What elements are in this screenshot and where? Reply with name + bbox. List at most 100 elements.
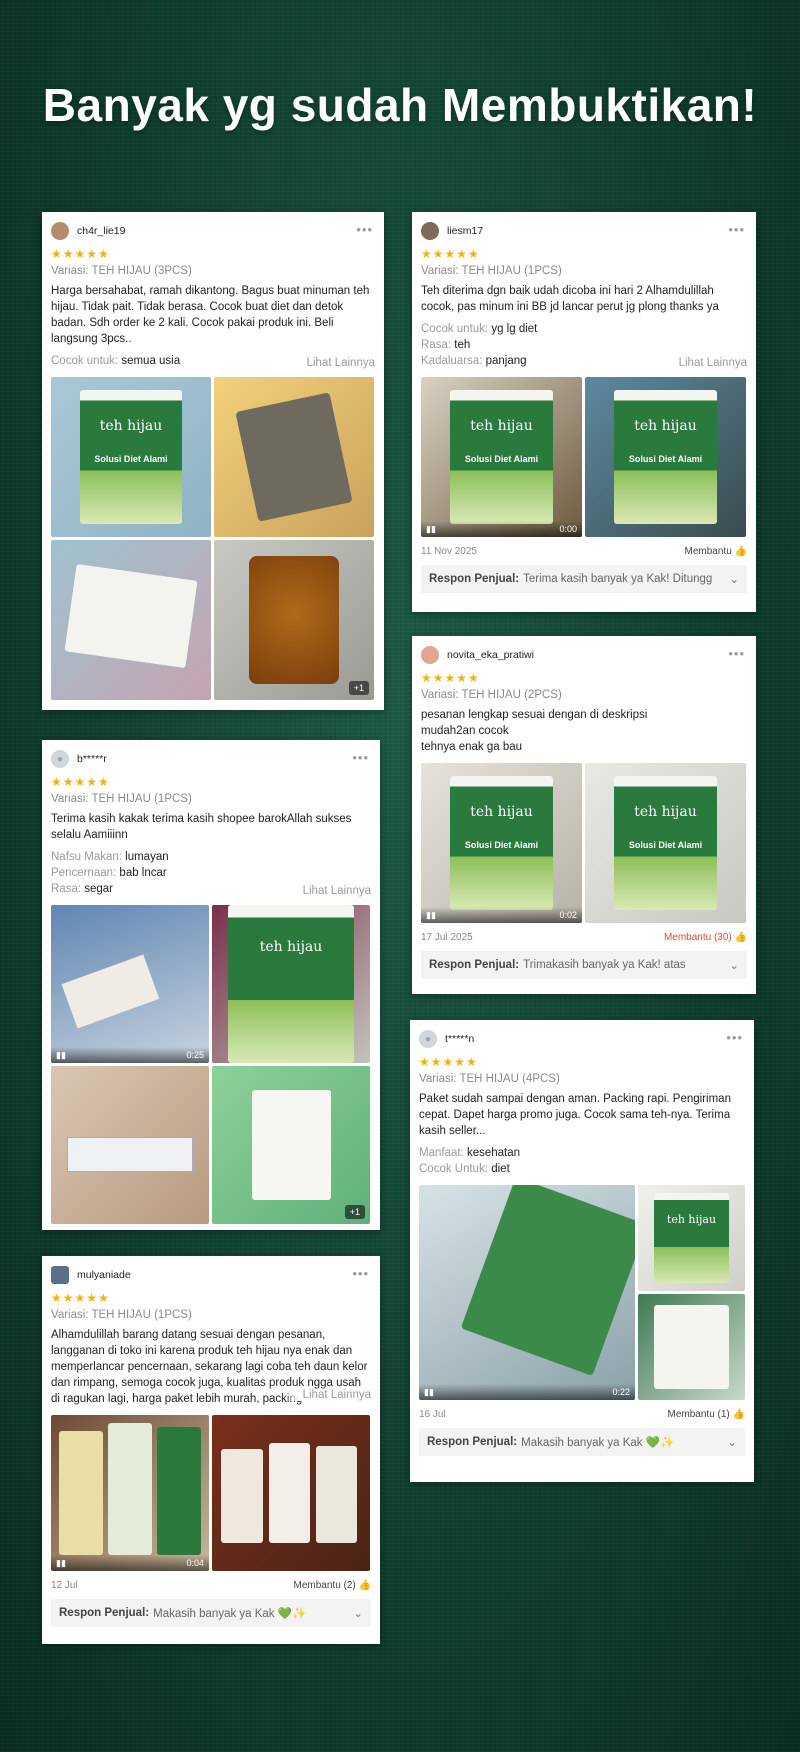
star-rating: ★★★★★ (51, 247, 110, 261)
avatar[interactable]: ● (419, 1030, 437, 1048)
variation: Variasi: TEH HIJAU (1PCS) (51, 793, 192, 805)
avatar[interactable] (421, 222, 439, 240)
chevron-down-icon[interactable]: ⌄ (353, 1606, 363, 1620)
review-video[interactable]: ▮▮ 0:22 (419, 1185, 635, 1400)
review-card: ● t*****n ••• ★★★★★ Variasi: TEH HIJAU (… (410, 1020, 754, 1482)
volume-icon: ▮▮ (56, 1049, 66, 1060)
attribute: Nafsu Makan: lumayan (51, 851, 169, 863)
username[interactable]: t*****n (445, 1033, 474, 1045)
review-date: 12 Jul (51, 1580, 78, 1591)
seller-response[interactable]: Respon Penjual: Terima kasih banyak ya K… (421, 565, 747, 593)
star-rating: ★★★★★ (51, 775, 110, 789)
review-date: 16 Jul (419, 1409, 446, 1420)
attribute: Manfaat: kesehatan (419, 1147, 521, 1159)
chevron-down-icon[interactable]: ⌄ (729, 572, 739, 586)
more-options-icon[interactable]: ••• (726, 1030, 743, 1045)
review-text: Terima kasih kakak terima kasih shopee b… (51, 813, 352, 841)
review-date: 17 Jul 2025 (421, 932, 473, 943)
attribute: Rasa: teh (421, 339, 471, 351)
attribute: Rasa: segar (51, 883, 114, 895)
username[interactable]: novita_eka_pratiwi (447, 649, 534, 661)
avatar[interactable] (51, 222, 69, 240)
volume-icon: ▮▮ (426, 523, 436, 534)
variation: Variasi: TEH HIJAU (2PCS) (421, 689, 562, 701)
review-video[interactable]: ▮▮ 0:25 (51, 905, 209, 1063)
volume-icon: ▮▮ (56, 1557, 66, 1568)
video-duration: 0:22 (612, 1387, 630, 1397)
helpful-button[interactable]: Membantu (1) 👍 (668, 1409, 745, 1420)
more-photos-badge[interactable]: +1 (344, 1205, 365, 1219)
volume-icon: ▮▮ (426, 909, 436, 920)
volume-icon: ▮▮ (424, 1386, 434, 1397)
attribute: Cocok untuk: semua usia (51, 355, 181, 367)
chevron-down-icon[interactable]: ⌄ (729, 958, 739, 972)
seller-response[interactable]: Respon Penjual: Trimakasih banyak ya Kak… (421, 951, 747, 979)
helpful-button[interactable]: Membantu (30) 👍 (664, 932, 747, 943)
username[interactable]: b*****r (77, 753, 107, 765)
attribute: Cocok Untuk: diet (419, 1163, 510, 1175)
review-photo[interactable] (638, 1294, 745, 1400)
review-photo[interactable]: teh hijau Solusi Diet Alami (585, 377, 746, 537)
review-card: novita_eka_pratiwi ••• ★★★★★ Variasi: TE… (412, 636, 756, 994)
review-photo[interactable] (212, 1415, 370, 1571)
seller-response[interactable]: Respon Penjual: Makasih banyak ya Kak 💚✨… (51, 1599, 371, 1627)
review-video[interactable]: teh hijau Solusi Diet Alami ▮▮ 0:00 (421, 377, 582, 537)
variation: Variasi: TEH HIJAU (3PCS) (51, 265, 192, 277)
more-options-icon[interactable]: ••• (352, 750, 369, 765)
variation: Variasi: TEH HIJAU (1PCS) (51, 1309, 192, 1321)
avatar[interactable]: ● (51, 750, 69, 768)
review-text: Teh diterima dgn baik udah dicoba ini ha… (421, 285, 719, 313)
review-card: ch4r_lie19 ••• ★★★★★ Variasi: TEH HIJAU … (42, 212, 384, 710)
username[interactable]: liesm17 (447, 225, 483, 237)
avatar[interactable] (421, 646, 439, 664)
review-text: Paket sudah sampai dengan aman. Packing … (419, 1093, 731, 1137)
review-card: ● b*****r ••• ★★★★★ Variasi: TEH HIJAU (… (42, 740, 380, 1230)
attribute: Kadaluarsa: panjang (421, 355, 527, 367)
more-options-icon[interactable]: ••• (728, 222, 745, 237)
variation: Variasi: TEH HIJAU (4PCS) (419, 1073, 560, 1085)
username[interactable]: ch4r_lie19 (77, 225, 125, 237)
see-more-link[interactable]: Lihat Lainnya (303, 885, 371, 897)
variation: Variasi: TEH HIJAU (1PCS) (421, 265, 562, 277)
attribute: Pencernaan: bab lncar (51, 867, 167, 879)
chevron-down-icon[interactable]: ⌄ (727, 1435, 737, 1449)
star-rating: ★★★★★ (421, 247, 480, 261)
review-card: liesm17 ••• ★★★★★ Variasi: TEH HIJAU (1P… (412, 212, 756, 612)
star-rating: ★★★★★ (421, 671, 480, 685)
video-duration: 0:25 (186, 1050, 204, 1060)
review-video[interactable]: teh hijau Solusi Diet Alami ▮▮ 0:02 (421, 763, 582, 923)
review-photo[interactable]: teh hijau Solusi Diet Alami (585, 763, 746, 923)
review-photo[interactable] (51, 1066, 209, 1224)
headline: Banyak yg sudah Membuktikan! (42, 79, 758, 131)
review-photo[interactable]: teh hijau (212, 905, 370, 1063)
review-date: 11 Nov 2025 (421, 546, 477, 557)
more-options-icon[interactable]: ••• (352, 1266, 369, 1281)
video-duration: 0:04 (186, 1558, 204, 1568)
avatar[interactable] (51, 1266, 69, 1284)
review-text: pesanan lengkap sesuai dengan di deskrip… (421, 709, 648, 753)
more-options-icon[interactable]: ••• (728, 646, 745, 661)
video-duration: 0:02 (559, 910, 577, 920)
seller-response[interactable]: Respon Penjual: Makasih banyak ya Kak 💚✨… (419, 1428, 745, 1456)
review-photo[interactable] (51, 540, 211, 700)
review-photo[interactable]: teh hijau (638, 1185, 745, 1291)
username[interactable]: mulyaniade (77, 1269, 131, 1281)
review-photo[interactable] (214, 377, 374, 537)
review-photo[interactable]: +1 (212, 1066, 370, 1224)
more-options-icon[interactable]: ••• (356, 222, 373, 237)
star-rating: ★★★★★ (419, 1055, 478, 1069)
review-card: mulyaniade ••• ★★★★★ Variasi: TEH HIJAU … (42, 1256, 380, 1644)
see-more-link[interactable]: Lihat Lainnya (284, 1389, 371, 1401)
review-photo[interactable]: +1 (214, 540, 374, 700)
review-photo[interactable]: teh hijau Solusi Diet Alami (51, 377, 211, 537)
more-photos-badge[interactable]: +1 (348, 681, 369, 695)
review-text: Harga bersahabat, ramah dikantong. Bagus… (51, 285, 370, 345)
see-more-link[interactable]: Lihat Lainnya (679, 357, 747, 369)
video-duration: 0:00 (559, 524, 577, 534)
helpful-button[interactable]: Membantu 👍 (685, 546, 747, 557)
star-rating: ★★★★★ (51, 1291, 110, 1305)
see-more-link[interactable]: Lihat Lainnya (307, 357, 375, 369)
attribute: Cocok untuk: yg lg diet (421, 323, 538, 335)
helpful-button[interactable]: Membantu (2) 👍 (294, 1580, 371, 1591)
review-video[interactable]: ▮▮ 0:04 (51, 1415, 209, 1571)
